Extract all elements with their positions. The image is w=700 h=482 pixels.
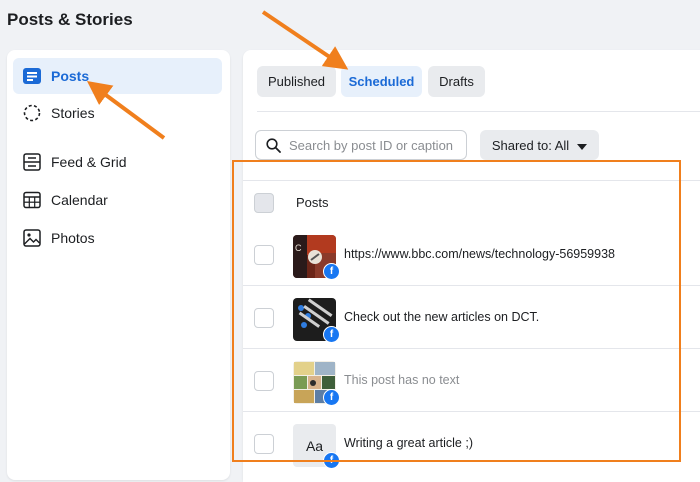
sidebar-item-calendar[interactable]: Calendar [13,182,222,218]
sidebar-item-label: Stories [51,105,95,121]
svg-text:C: C [295,243,302,253]
facebook-icon: f [323,389,340,406]
post-caption: Check out the new articles on DCT. [344,310,540,324]
facebook-icon: f [323,326,340,343]
sidebar-item-label: Photos [51,230,95,246]
tab-label: Published [267,74,326,89]
tab-label: Drafts [439,74,474,89]
photos-icon [22,228,42,248]
table-header: Posts [243,180,700,224]
row-checkbox[interactable] [254,245,274,265]
table-row[interactable]: Aa f Writing a great article ;) [243,412,700,482]
column-header-posts: Posts [296,195,329,210]
page-title: Posts & Stories [7,10,133,29]
feed-grid-icon [22,152,42,172]
sidebar-item-label: Calendar [51,192,108,208]
tab-label: Scheduled [348,74,415,89]
sidebar-item-posts[interactable]: Posts [13,58,222,94]
calendar-icon [22,190,42,210]
filter-label: Shared to: All [491,137,570,153]
stories-icon [22,103,42,123]
search-icon [266,137,281,153]
sidebar-item-photos[interactable]: Photos [13,220,222,256]
search-input[interactable] [287,136,461,154]
facebook-icon: f [323,263,340,280]
row-checkbox[interactable] [254,434,274,454]
table-row[interactable]: f This post has no text [243,349,700,412]
post-caption: https://www.bbc.com/news/technology-5695… [344,247,615,261]
posts-panel: Published Scheduled Drafts Shared to: Al… [243,50,700,482]
table-row[interactable]: f Check out the new articles on DCT. [243,286,700,349]
tabs-divider [257,111,700,112]
sidebar-item-stories[interactable]: Stories [13,95,222,131]
sidebar: Posts Stories Feed & Grid Calendar Photo… [7,50,230,480]
row-checkbox[interactable] [254,308,274,328]
select-all-checkbox[interactable] [254,193,274,213]
post-caption: This post has no text [344,373,460,387]
shared-to-filter-dropdown[interactable]: Shared to: All [480,130,599,160]
tab-published[interactable]: Published [257,66,336,97]
facebook-icon: f [323,452,340,469]
posts-icon [22,66,42,86]
sidebar-item-label: Feed & Grid [51,154,127,170]
row-checkbox[interactable] [254,371,274,391]
sidebar-item-feed-grid[interactable]: Feed & Grid [13,144,222,180]
text-post-thumb-label: Aa [305,437,324,454]
search-box[interactable] [255,130,467,160]
tab-scheduled[interactable]: Scheduled [341,66,422,97]
caret-down-icon [577,138,588,153]
post-caption: Writing a great article ;) [344,436,473,450]
tab-drafts[interactable]: Drafts [428,66,485,97]
sidebar-item-label: Posts [51,68,90,84]
table-row[interactable]: C f https://www.bbc.com/news/technology-… [243,223,700,286]
